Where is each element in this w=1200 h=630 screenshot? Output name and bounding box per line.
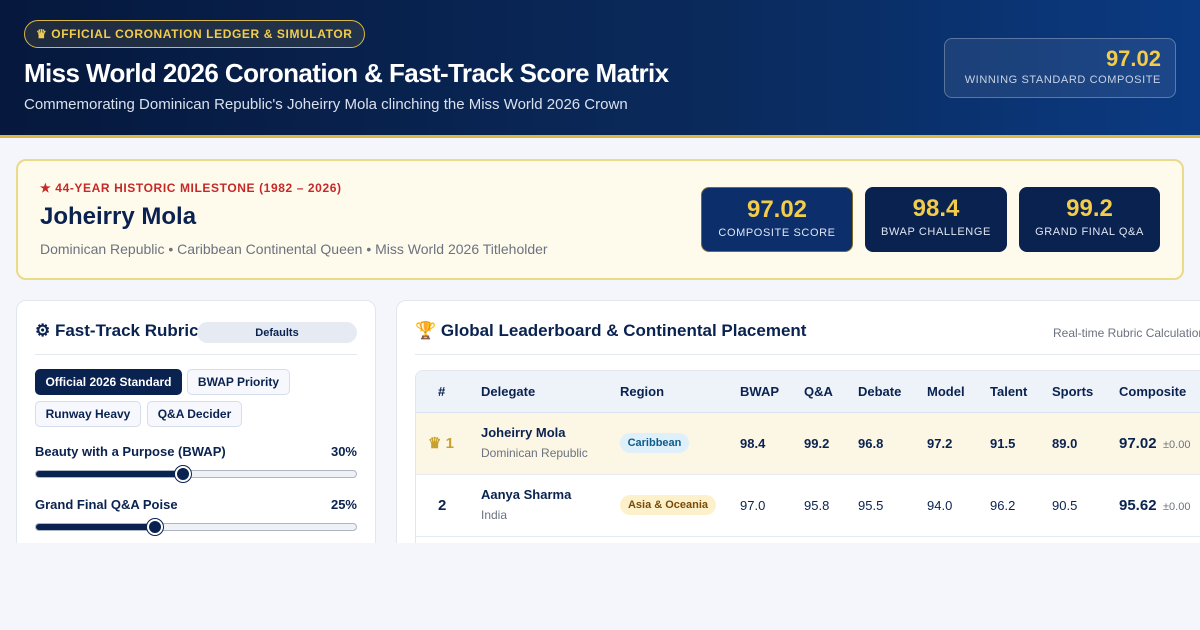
table-header: # Delegate Region BWAP Q&A Debate Model … <box>416 371 1200 413</box>
stat-value: 98.4 <box>912 195 960 222</box>
column-header-model[interactable]: Model <box>927 384 965 399</box>
debate-cell: 95.5 <box>858 498 884 513</box>
composite-delta: ±0.00 <box>1163 501 1191 513</box>
stat-grand-final-qa: 99.2 GRAND FINAL Q&A <box>1019 187 1160 252</box>
composite-delta: ±0.00 <box>1163 439 1191 451</box>
stat-label: GRAND FINAL Q&A <box>1035 226 1144 238</box>
column-header-composite[interactable]: Composite <box>1119 384 1186 399</box>
slider-label: Grand Final Q&A Poise <box>35 497 178 512</box>
preset-official-2026-standard[interactable]: Official 2026 Standard <box>35 369 182 395</box>
winner-subtitle: Dominican Republic • Caribbean Continent… <box>40 241 548 257</box>
delegate-name: Joheirry Mola <box>481 425 566 440</box>
winner-card: ★ 44-YEAR HISTORIC MILESTONE (1982 – 202… <box>16 159 1184 280</box>
model-cell: 97.2 <box>927 436 953 451</box>
winning-composite-box: 97.02 WINNING STANDARD COMPOSITE <box>944 38 1176 98</box>
official-ledger-badge: ♛ OFFICIAL CORONATION LEDGER & SIMULATOR <box>24 20 365 48</box>
column-header-talent[interactable]: Talent <box>990 384 1027 399</box>
slider-row-qa: Grand Final Q&A Poise 25% <box>35 497 357 512</box>
winner-name: Joheirry Mola <box>40 203 197 230</box>
badge-text: ♛ OFFICIAL CORONATION LEDGER & SIMULATOR <box>36 27 353 41</box>
fast-track-rubric-panel: ⚙ Fast-Track Rubric Defaults Official 20… <box>16 300 376 560</box>
milestone-label: ★ 44-YEAR HISTORIC MILESTONE (1982 – 202… <box>40 181 342 195</box>
page-background-footer <box>0 543 1200 630</box>
rubric-title: ⚙ Fast-Track Rubric <box>35 321 199 340</box>
bwap-cell: 97.0 <box>740 498 766 513</box>
leaderboard-title: 🏆 Global Leaderboard & Continental Place… <box>415 321 807 340</box>
talent-cell: 96.2 <box>990 498 1016 513</box>
sports-cell: 89.0 <box>1052 436 1078 451</box>
preset-runway-heavy[interactable]: Runway Heavy <box>35 401 141 427</box>
column-header-qa[interactable]: Q&A <box>804 384 833 399</box>
qa-cell: 95.8 <box>804 498 830 513</box>
talent-cell: 91.5 <box>990 436 1016 451</box>
composite-cell: 97.02 <box>1119 435 1157 452</box>
table-row[interactable]: ♛ 1 Joheirry Mola Dominican Republic Car… <box>416 413 1200 475</box>
page-subtitle: Commemorating Dominican Republic's Johei… <box>24 96 628 113</box>
page-title: Miss World 2026 Coronation & Fast-Track … <box>24 58 669 88</box>
column-header-region[interactable]: Region <box>620 384 664 399</box>
column-header-bwap[interactable]: BWAP <box>740 384 779 399</box>
slider-row-bwap: Beauty with a Purpose (BWAP) 30% <box>35 444 357 459</box>
slider-percent: 30% <box>330 444 357 459</box>
slider-fill <box>36 471 183 477</box>
composite-cell: 95.62 <box>1119 497 1157 514</box>
column-header-debate[interactable]: Debate <box>858 384 901 399</box>
slider-thumb[interactable] <box>174 466 191 482</box>
slider-percent: 25% <box>330 497 357 512</box>
winning-composite-label: WINNING STANDARD COMPOSITE <box>964 74 1161 86</box>
rank-cell: 2 <box>438 497 447 514</box>
model-cell: 94.0 <box>927 498 953 513</box>
divider <box>35 354 357 355</box>
region-pill: Caribbean <box>620 433 689 453</box>
rank-cell: ♛ 1 <box>428 435 454 452</box>
stat-label: BWAP CHALLENGE <box>881 226 991 238</box>
page-header: ♛ OFFICIAL CORONATION LEDGER & SIMULATOR… <box>0 0 1200 138</box>
delegate-name: Aanya Sharma <box>481 487 572 502</box>
qa-cell: 99.2 <box>804 436 830 451</box>
delegate-country: Dominican Republic <box>481 446 588 460</box>
region-pill: Asia & Oceania <box>620 495 716 515</box>
sports-cell: 90.5 <box>1052 498 1078 513</box>
qa-weight-slider[interactable] <box>35 519 357 535</box>
realtime-label: Real-time Rubric Calculation <box>1053 326 1200 340</box>
column-header-rank[interactable]: # <box>438 384 445 399</box>
stat-label: COMPOSITE SCORE <box>718 227 836 239</box>
leaderboard-panel: 🏆 Global Leaderboard & Continental Place… <box>396 300 1200 570</box>
bwap-cell: 98.4 <box>740 436 766 451</box>
winning-composite-value: 97.02 <box>1105 46 1161 71</box>
delegate-country: India <box>481 508 508 522</box>
slider-label: Beauty with a Purpose (BWAP) <box>35 444 226 459</box>
stat-value: 97.02 <box>746 196 808 223</box>
preset-qa-decider[interactable]: Q&A Decider <box>147 401 242 427</box>
column-header-sports[interactable]: Sports <box>1052 384 1093 399</box>
stat-value: 99.2 <box>1066 195 1113 222</box>
divider <box>415 354 1200 355</box>
debate-cell: 96.8 <box>858 436 884 451</box>
table-row[interactable]: 2 Aanya Sharma India Asia & Oceania 97.0… <box>416 475 1200 537</box>
stat-bwap-challenge: 98.4 BWAP CHALLENGE <box>865 187 1007 252</box>
preset-bwap-priority[interactable]: BWAP Priority <box>187 369 290 395</box>
leaderboard-table: # Delegate Region BWAP Q&A Debate Model … <box>415 370 1200 570</box>
slider-fill <box>36 524 155 530</box>
slider-thumb[interactable] <box>146 519 163 535</box>
stat-composite-score: 97.02 COMPOSITE SCORE <box>701 187 853 252</box>
column-header-delegate[interactable]: Delegate <box>481 384 535 399</box>
defaults-button[interactable]: Defaults <box>197 322 357 343</box>
bwap-weight-slider[interactable] <box>35 466 357 482</box>
